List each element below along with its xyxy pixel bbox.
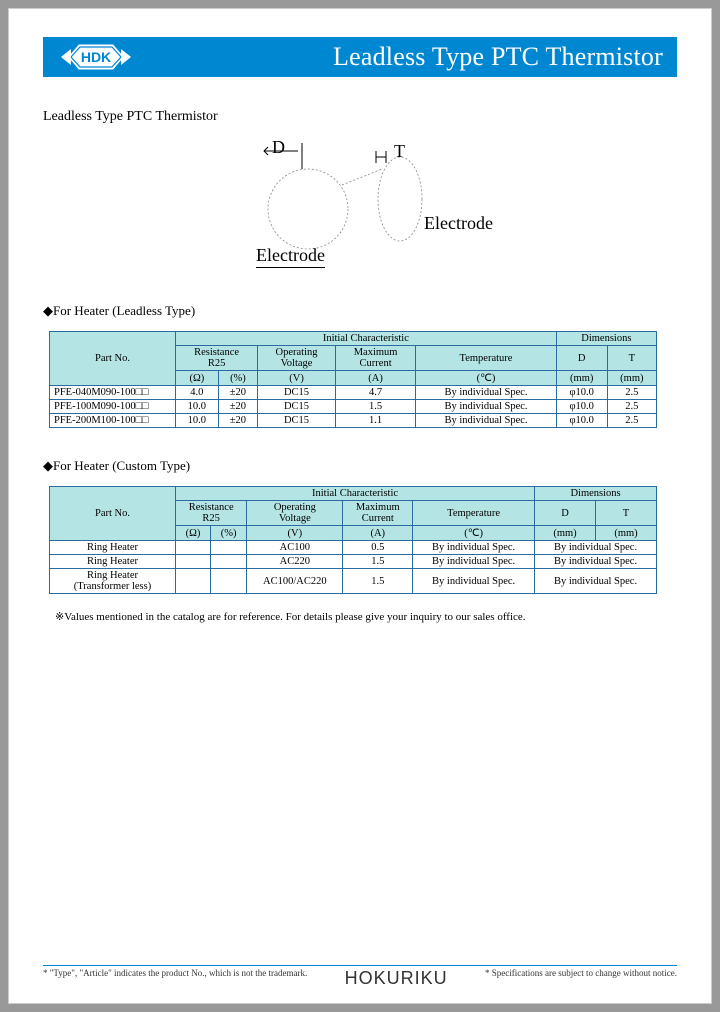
th-initial: Initial Characteristic — [176, 332, 557, 346]
th-d: D — [556, 346, 607, 371]
component-diagram: D T Electrode Electrode — [43, 129, 677, 273]
th-mc: Maximum Current — [343, 501, 413, 526]
table-row: PFE-040M090-100□□ 4.0 ±20 DC15 4.7 By in… — [50, 386, 657, 400]
footer-brand: HOKURIKU — [345, 968, 448, 989]
table-row: Ring Heater AC220 1.5 By individual Spec… — [50, 555, 657, 569]
th-temp: Temperature — [416, 346, 556, 371]
footer: * "Type", "Article" indicates the produc… — [43, 965, 677, 989]
th-t: T — [607, 346, 656, 371]
section-heater-custom: ◆For Heater (Custom Type) — [43, 458, 677, 474]
footer-left: * "Type", "Article" indicates the produc… — [43, 968, 307, 978]
th-unit-a: (A) — [335, 371, 415, 386]
table-row: PFE-200M100-100□□ 10.0 ±20 DC15 1.1 By i… — [50, 414, 657, 428]
logo-text: HDK — [81, 49, 111, 65]
th-unit-pct: (%) — [218, 371, 257, 386]
th-unit-mm2: (mm) — [607, 371, 656, 386]
th-part: Part No. — [50, 332, 176, 386]
logo-icon: HDK — [57, 41, 135, 73]
th-d: D — [535, 501, 596, 526]
th-ov: Operating Voltage — [258, 346, 336, 371]
th-resistance: Resistance R25 — [176, 346, 258, 371]
section-heater-leadless: ◆For Heater (Leadless Type) — [43, 303, 677, 319]
sub-heading: Leadless Type PTC Thermistor — [43, 109, 677, 125]
th-unit-ohm: (Ω) — [176, 371, 219, 386]
th-unit-v: (V) — [258, 371, 336, 386]
table-row: Ring Heater AC100 0.5 By individual Spec… — [50, 541, 657, 555]
th-unit-a: (A) — [343, 526, 413, 541]
page: HDK Leadless Type PTC Thermistor Leadles… — [8, 8, 712, 1004]
th-unit-c: (℃) — [416, 371, 556, 386]
th-ov: Operating Voltage — [247, 501, 343, 526]
th-unit-mm1: (mm) — [556, 371, 607, 386]
th-temp: Temperature — [413, 501, 535, 526]
th-dimensions: Dimensions — [556, 332, 656, 346]
title: Leadless Type PTC Thermistor — [333, 42, 663, 72]
th-initial: Initial Characteristic — [176, 487, 535, 501]
table-row: Ring Heater (Transformer less) AC100/AC2… — [50, 569, 657, 594]
th-unit-v: (V) — [247, 526, 343, 541]
label-t: T — [394, 141, 405, 162]
th-unit-mm1: (mm) — [535, 526, 596, 541]
diagram-svg — [210, 129, 510, 269]
table-row: PFE-100M090-100□□ 10.0 ±20 DC15 1.5 By i… — [50, 400, 657, 414]
label-electrode-left: Electrode — [256, 245, 325, 268]
footer-right: * Specifications are subject to change w… — [485, 968, 677, 978]
th-part: Part No. — [50, 487, 176, 541]
label-electrode-right: Electrode — [424, 213, 493, 234]
th-dimensions: Dimensions — [535, 487, 657, 501]
note: ※Values mentioned in the catalog are for… — [55, 610, 677, 623]
table-leadless: Part No. Initial Characteristic Dimensio… — [49, 331, 657, 428]
th-t: T — [595, 501, 656, 526]
table-custom: Part No. Initial Characteristic Dimensio… — [49, 486, 657, 594]
header-bar: HDK Leadless Type PTC Thermistor — [43, 37, 677, 77]
label-d: D — [272, 137, 285, 158]
th-resistance: Resistance R25 — [176, 501, 247, 526]
th-unit-pct: (%) — [210, 526, 246, 541]
logo: HDK — [57, 41, 135, 73]
th-unit-mm2: (mm) — [595, 526, 656, 541]
th-unit-c: (℃) — [413, 526, 535, 541]
th-unit-ohm: (Ω) — [176, 526, 211, 541]
th-mc: Maximum Current — [335, 346, 415, 371]
